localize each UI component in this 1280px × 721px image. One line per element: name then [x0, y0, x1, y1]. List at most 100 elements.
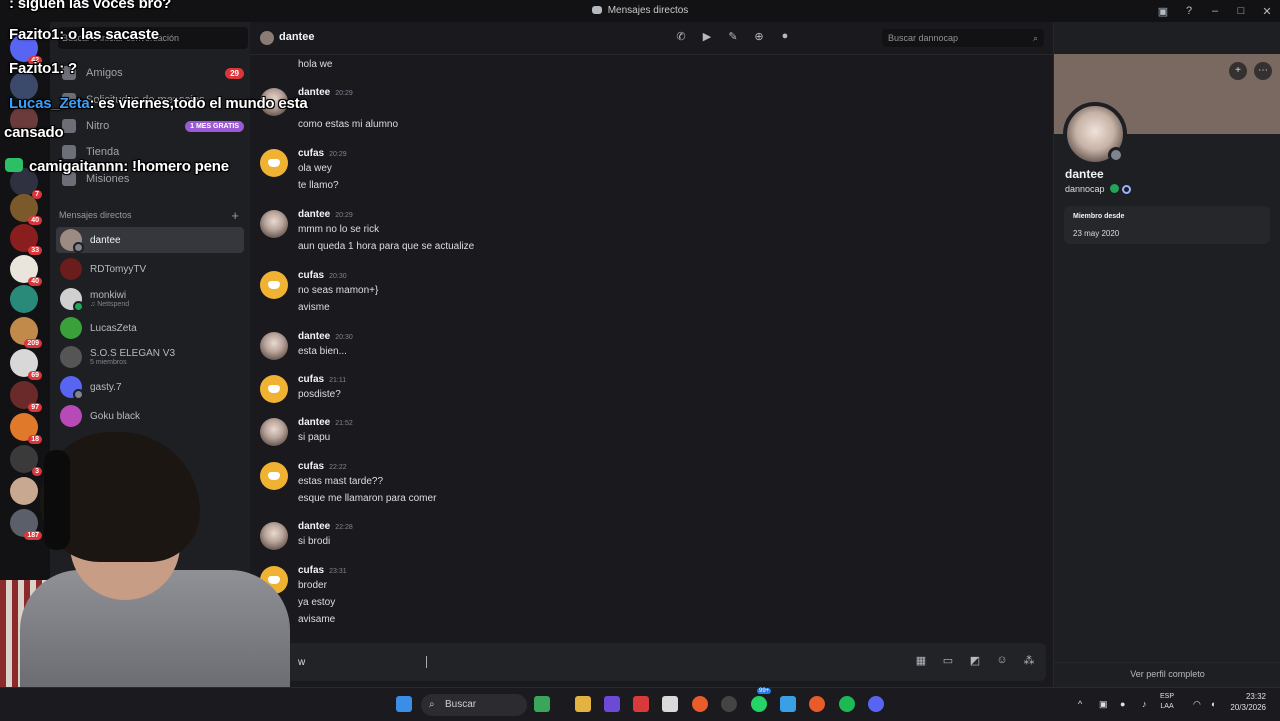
app-icon[interactable] — [633, 696, 649, 712]
avatar — [60, 376, 84, 400]
avatar — [60, 288, 84, 312]
wifi-icon[interactable]: ◠ — [1193, 699, 1201, 710]
video-icon[interactable]: ▶ — [699, 30, 715, 46]
text-cursor — [426, 656, 427, 668]
spotify-icon[interactable] — [839, 696, 855, 712]
dm-item-group[interactable]: S.O.S ELEGAN V3 5 miembros — [56, 344, 244, 370]
server-icon[interactable] — [10, 285, 38, 313]
stream-chat-message: Fazito1: ? — [9, 60, 78, 77]
widget-icon[interactable] — [534, 696, 550, 712]
chrome-icon[interactable] — [809, 696, 825, 712]
emoji-icon[interactable]: ☺ — [995, 654, 1009, 668]
close-button[interactable]: ✕ — [1254, 5, 1280, 18]
avatar[interactable] — [260, 149, 288, 177]
language-indicator[interactable]: ESP LAA — [1160, 692, 1174, 712]
gift-icon[interactable]: ▦ — [914, 654, 928, 668]
tray-icon[interactable]: ● — [1120, 699, 1125, 709]
app-icon[interactable] — [604, 696, 620, 712]
stream-chat-message: cansado — [4, 124, 64, 141]
dm-item-rdtomyytv[interactable]: RDTomyyTV — [56, 256, 244, 282]
avatar[interactable] — [260, 271, 288, 299]
help-icon[interactable]: ? — [1176, 5, 1202, 17]
pin-icon[interactable]: ✎ — [725, 30, 741, 46]
avatar[interactable] — [260, 210, 288, 238]
minimize-button[interactable]: – — [1202, 5, 1228, 17]
nitro-icon — [62, 119, 76, 133]
tray-icon[interactable]: ▣ — [1099, 699, 1108, 710]
avatar — [60, 229, 84, 253]
webcam-overlay — [0, 420, 290, 687]
search-icon: ⌕ — [429, 699, 435, 710]
dm-item-dantee[interactable]: dantee — [56, 227, 244, 253]
avatar — [60, 346, 82, 368]
avatar — [260, 31, 274, 45]
message-input[interactable]: w ▦ ▭ ◩ ☺ ⁂ — [262, 643, 1046, 681]
window-title: Mensajes directos — [0, 5, 1280, 16]
server-icon[interactable]: 97 — [10, 381, 42, 412]
more-options-icon[interactable]: ⋯ — [1254, 62, 1272, 80]
headphones — [44, 450, 70, 550]
chat-panel: dantee ✆ ▶ ✎ ⊕ ● Buscar dannocap ⌕ hola w… — [250, 22, 1053, 687]
nitro-badge-icon[interactable] — [1121, 185, 1131, 194]
app-icon[interactable] — [780, 696, 796, 712]
chrome-icon[interactable] — [692, 696, 708, 712]
stream-chat-message: : siguen las voces bro? — [9, 0, 172, 12]
app-icon[interactable] — [721, 696, 737, 712]
file-explorer-icon[interactable] — [575, 696, 591, 712]
view-full-profile-link[interactable]: Ver perfil completo — [1054, 662, 1280, 679]
stream-chat-message: Fazito1: o las sacaste — [9, 26, 159, 43]
profile-username: dannocap — [1065, 184, 1131, 194]
phone-icon[interactable]: ✆ — [673, 30, 689, 46]
server-icon[interactable]: 69 — [10, 349, 42, 380]
server-icon[interactable]: 40 — [10, 194, 42, 225]
server-icon[interactable]: 33 — [10, 224, 42, 255]
create-dm-plus-icon[interactable]: + — [231, 208, 239, 223]
add-friends-icon[interactable]: ⊕ — [751, 30, 767, 46]
avatar[interactable] — [260, 375, 288, 403]
profile-avatar[interactable] — [1063, 102, 1127, 166]
dm-item-lucaszeta[interactable]: LucasZeta — [56, 315, 244, 341]
header-actions: ✆ ▶ ✎ ⊕ ● — [673, 30, 793, 46]
taskbar-search[interactable]: ⌕ Buscar — [421, 694, 527, 716]
avatar — [60, 317, 82, 339]
user-profile-icon[interactable]: ● — [777, 30, 793, 46]
composer-actions: ▦ ▭ ◩ ☺ ⁂ — [914, 654, 1036, 668]
user-profile-panel: + ⋯ dantee dannocap Miembro desde 23 may… — [1053, 22, 1280, 687]
server-icon[interactable]: 209 — [10, 317, 42, 348]
windows-start-icon[interactable] — [396, 696, 412, 712]
nav-friends[interactable]: Amigos 29 — [58, 62, 244, 84]
dm-item-monkiwi[interactable]: monkiwi ♫ Nettspend — [56, 286, 244, 312]
window-controls: ▣ ? – □ ✕ — [1150, 0, 1280, 22]
search-icon: ⌕ — [1032, 33, 1038, 43]
badge-icon[interactable] — [1109, 184, 1119, 193]
clock[interactable]: 23:32 20/3/2026 — [1230, 691, 1266, 713]
taskbar: ⌕ Buscar 99+ ^ ▣ ● ♪ ESP LAA ◠ ◖ 23:32 20/3… — [0, 687, 1280, 721]
discord-taskbar-icon[interactable] — [868, 696, 884, 712]
stream-chat-message: Lucas_Zeta: es viernes,todo el mundo est… — [9, 95, 308, 112]
dm-section-header: Mensajes directos + — [59, 208, 239, 223]
volume-icon[interactable]: ◖ — [1210, 699, 1215, 709]
add-friend-icon[interactable]: + — [1229, 62, 1247, 80]
discord-icon — [591, 6, 602, 14]
sticker-icon[interactable]: ◩ — [968, 654, 982, 668]
stream-chat-message: camigaitannn: !homero pene — [5, 158, 229, 175]
avatar[interactable] — [260, 332, 288, 360]
nav-nitro[interactable]: Nitro 1 MES GRATIS — [58, 115, 244, 137]
chat-emote-icon — [5, 158, 23, 172]
dm-item-gasty[interactable]: gasty.7 — [56, 374, 244, 400]
avatar — [60, 258, 82, 280]
member-since-card: Miembro desde 23 may 2020 — [1064, 206, 1270, 244]
inbox-icon[interactable]: ▣ — [1150, 5, 1176, 18]
gif-icon[interactable]: ▭ — [941, 654, 955, 668]
chevron-up-icon[interactable]: ^ — [1078, 699, 1082, 709]
server-icon[interactable]: 40 — [10, 255, 42, 286]
store-icon[interactable] — [662, 696, 678, 712]
apps-icon[interactable]: ⁂ — [1022, 654, 1036, 668]
title-bar: Mensajes directos ▣ ? – □ ✕ — [0, 0, 1280, 22]
shop-icon — [62, 145, 76, 159]
mic-icon[interactable]: ♪ — [1142, 699, 1147, 709]
whatsapp-icon[interactable]: 99+ — [751, 688, 772, 712]
search-input[interactable]: Buscar dannocap ⌕ — [882, 29, 1044, 47]
maximize-button[interactable]: □ — [1228, 5, 1254, 17]
chat-header: dantee ✆ ▶ ✎ ⊕ ● Buscar dannocap ⌕ — [250, 22, 1053, 55]
